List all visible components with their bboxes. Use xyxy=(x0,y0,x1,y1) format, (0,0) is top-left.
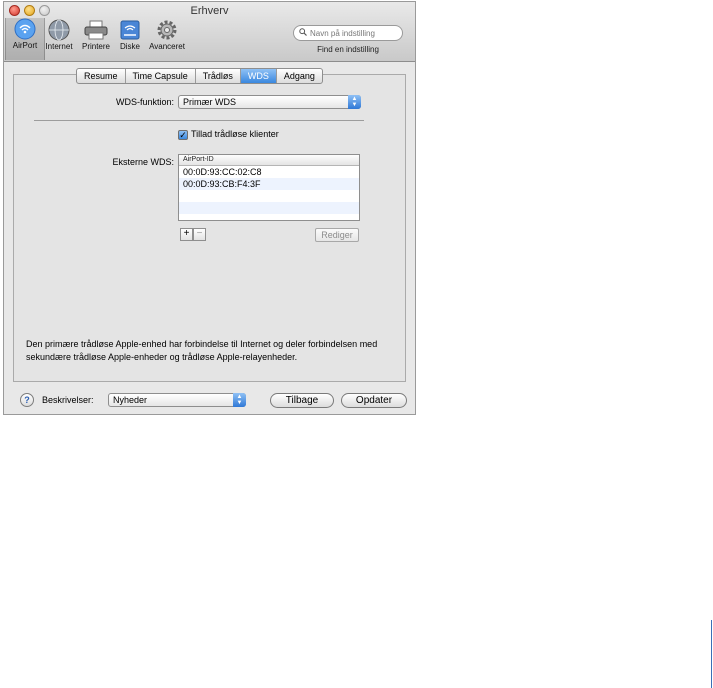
remove-button[interactable]: − xyxy=(193,228,206,241)
tab-time-capsule[interactable]: Time Capsule xyxy=(126,69,196,83)
help-button[interactable]: ? xyxy=(20,393,34,407)
tab-bar: Resume Time Capsule Trådløs WDS Adgang xyxy=(76,68,323,84)
allow-clients-checkbox[interactable]: ✓ xyxy=(178,130,188,140)
title-bar: Erhverv AirPort Internet Printere Diske … xyxy=(4,2,415,62)
toolbar-label: Internet xyxy=(45,42,73,51)
toolbar-label: Avanceret xyxy=(149,42,185,51)
search-placeholder: Navn på indstilling xyxy=(310,28,375,38)
add-button[interactable]: + xyxy=(180,228,193,241)
update-button[interactable]: Opdater xyxy=(341,393,407,408)
toolbar-label: Diske xyxy=(119,42,140,51)
tab-wireless[interactable]: Trådløs xyxy=(196,69,241,83)
preferences-window: Erhverv AirPort Internet Printere Diske … xyxy=(3,1,416,415)
separator xyxy=(34,120,364,121)
tab-resume[interactable]: Resume xyxy=(77,69,126,83)
popup-arrows-icon: ▲ ▼ xyxy=(233,393,246,407)
printer-icon xyxy=(84,19,108,41)
toolbar-disks[interactable]: Diske xyxy=(110,19,150,51)
back-button[interactable]: Tilbage xyxy=(270,393,334,408)
mode-description: Den primære trådløse Apple-enhed har for… xyxy=(26,339,378,362)
toolbar-internet[interactable]: Internet xyxy=(39,19,79,51)
wds-mode-popup[interactable]: Primær WDS ▲ ▼ xyxy=(178,95,361,109)
table-row[interactable]: 00:0D:93:CC:02:C8 xyxy=(179,166,359,178)
tab-wds[interactable]: WDS xyxy=(240,69,277,83)
table-row[interactable]: 00:0D:93:CB:F4:3F xyxy=(179,178,359,190)
profiles-popup[interactable]: Nyheder ▲ ▼ xyxy=(108,393,246,407)
airport-icon xyxy=(13,18,37,40)
page-margin-rule xyxy=(711,620,712,688)
table-row-empty xyxy=(179,202,359,214)
search-icon xyxy=(299,28,307,38)
window-title: Erhverv xyxy=(190,5,229,17)
table-row-empty xyxy=(179,190,359,202)
wds-mode-label: WDS-funktion: xyxy=(115,97,174,107)
search-field[interactable]: Navn på indstilling xyxy=(293,25,403,41)
remote-wds-label: Eksterne WDS: xyxy=(112,157,174,167)
allow-clients-label: Tillad trådløse klienter xyxy=(191,129,279,139)
search-caption: Find en indstilling xyxy=(317,45,379,54)
wds-mode-value: Primær WDS xyxy=(183,97,236,107)
column-header[interactable]: AirPort-ID xyxy=(179,155,359,166)
profiles-label: Beskrivelser: xyxy=(42,395,94,405)
globe-icon xyxy=(47,19,71,41)
disk-icon xyxy=(118,19,142,41)
tab-access[interactable]: Adgang xyxy=(277,69,322,83)
remote-wds-table[interactable]: AirPort-ID 00:0D:93:CC:02:C8 00:0D:93:CB… xyxy=(178,154,360,221)
profiles-value: Nyheder xyxy=(113,395,148,405)
toolbar-advanced[interactable]: Avanceret xyxy=(147,19,187,51)
popup-arrows-icon: ▲ ▼ xyxy=(348,95,361,109)
gear-icon xyxy=(155,19,179,41)
edit-button[interactable]: Rediger xyxy=(315,228,359,242)
